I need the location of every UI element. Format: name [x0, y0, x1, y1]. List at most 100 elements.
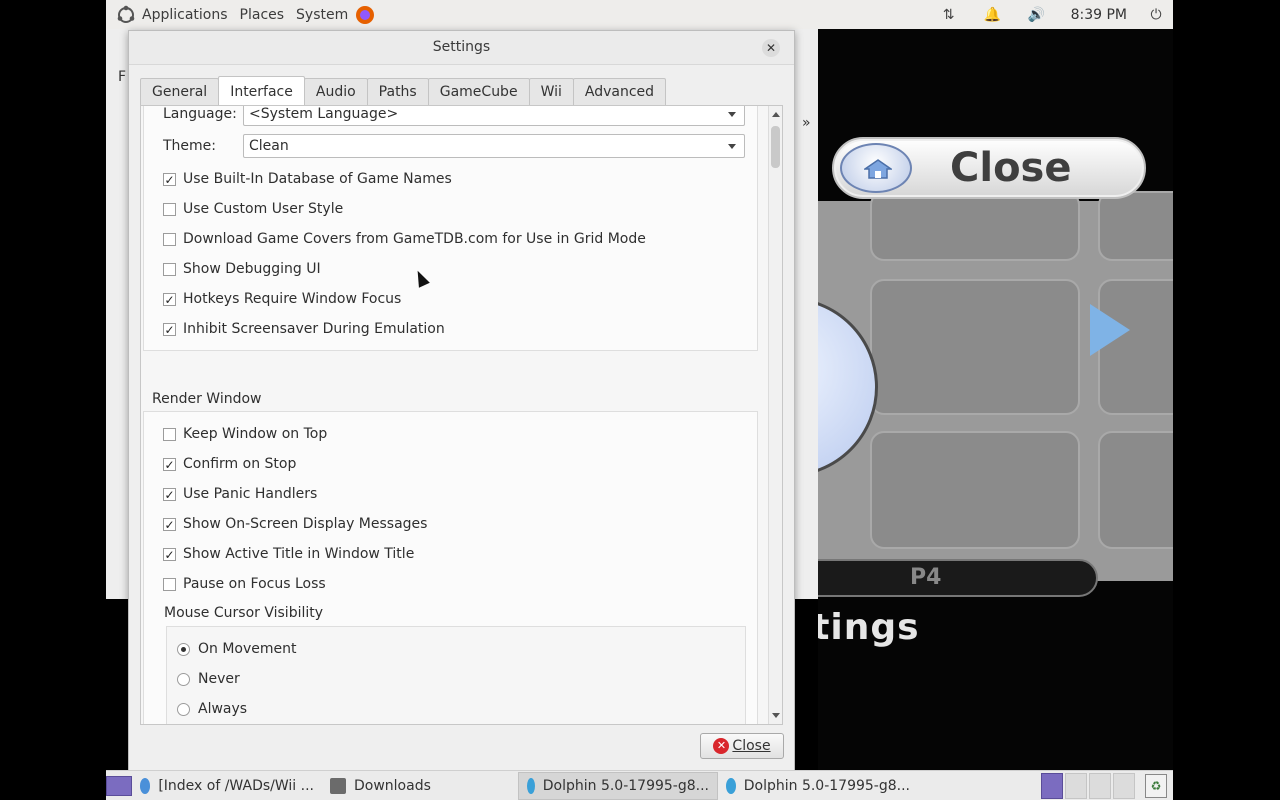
close-circle-icon: ✕	[713, 738, 730, 754]
player-4-label: P4	[910, 565, 942, 590]
ubuntu-logo-icon[interactable]	[116, 5, 136, 25]
scrollbar-thumb[interactable]	[771, 126, 780, 168]
scroll-up-icon[interactable]	[772, 112, 780, 117]
checkbox-row[interactable]: ✓ Inhibit Screensaver During Emulation	[163, 319, 445, 339]
vertical-scrollbar[interactable]	[768, 106, 782, 724]
checkbox-row[interactable]: Show Debugging UI	[163, 259, 321, 279]
checkbox-row[interactable]: ✓ Show On-Screen Display Messages	[163, 514, 427, 534]
checkbox-row[interactable]: ✓ Use Built-In Database of Game Names	[163, 169, 452, 189]
settings-tabs: General Interface Audio Paths GameCube W…	[140, 76, 667, 106]
language-combo[interactable]: <System Language>	[243, 106, 745, 126]
dolphin-icon	[726, 777, 736, 794]
checkbox-row[interactable]: ✓ Confirm on Stop	[163, 454, 296, 474]
checkbox-label: Use Built-In Database of Game Names	[183, 171, 452, 187]
dialog-titlebar[interactable]: Settings ✕	[129, 31, 794, 65]
taskbar-item[interactable]: [Index of /WADs/Wii ...	[132, 772, 322, 800]
places-menu[interactable]: Places	[234, 7, 291, 23]
checkbox-checked[interactable]: ✓	[163, 172, 176, 186]
checkbox-checked[interactable]: ✓	[163, 517, 176, 531]
firefox-icon[interactable]	[354, 4, 376, 26]
theme-combo[interactable]: Clean	[243, 134, 745, 158]
chrome-icon	[140, 777, 151, 794]
checkbox-label: Pause on Focus Loss	[183, 576, 326, 592]
applications-menu[interactable]: Applications	[136, 7, 234, 23]
trash-icon[interactable]: ♻	[1145, 773, 1167, 798]
clock[interactable]: 8:39 PM	[1059, 7, 1139, 23]
close-button-label: Close	[732, 738, 771, 754]
checkbox-unchecked[interactable]	[163, 232, 176, 246]
checkbox-unchecked[interactable]	[163, 262, 176, 276]
checkbox-unchecked[interactable]	[163, 577, 176, 591]
checkbox-unchecked[interactable]	[163, 427, 176, 441]
notification-icon[interactable]: 🔔	[971, 7, 1015, 23]
taskbar-item[interactable]: Dolphin 5.0-17995-g8...	[518, 771, 718, 800]
wii-channel-tile	[870, 191, 1080, 261]
wii-close-button[interactable]: Close	[832, 137, 1146, 199]
checkbox-row[interactable]: Use Custom User Style	[163, 199, 343, 219]
taskbar-item-label: [Index of /WADs/Wii ...	[158, 777, 314, 794]
tab-interface[interactable]: Interface	[218, 76, 305, 106]
checkbox-checked[interactable]: ✓	[163, 322, 176, 336]
system-menu[interactable]: System	[290, 7, 354, 23]
taskbar-item[interactable]: Dolphin 5.0-17995-g8...	[718, 772, 918, 800]
tab-advanced[interactable]: Advanced	[572, 78, 667, 106]
workspace-1[interactable]	[1041, 772, 1063, 799]
tab-general[interactable]: General	[140, 78, 220, 106]
show-desktop-button[interactable]	[106, 775, 132, 796]
checkbox-label: Confirm on Stop	[183, 456, 297, 472]
language-value: <System Language>	[249, 106, 399, 122]
checkbox-row[interactable]: Download Game Covers from GameTDB.com fo…	[163, 229, 646, 249]
tab-paths[interactable]: Paths	[366, 78, 429, 106]
checkbox-label: Show Debugging UI	[183, 261, 321, 277]
radio-option[interactable]: Always	[177, 699, 247, 719]
checkbox-label: Use Panic Handlers	[183, 486, 318, 502]
volume-icon[interactable]: 🔊	[1015, 7, 1059, 23]
checkbox-checked[interactable]: ✓	[163, 547, 176, 561]
checkbox-checked[interactable]: ✓	[163, 292, 176, 306]
bottom-taskbar: [Index of /WADs/Wii ... Downloads Dolphin …	[106, 770, 1173, 800]
close-button[interactable]: ✕ Close	[700, 733, 784, 759]
checkbox-row[interactable]: Pause on Focus Loss	[163, 574, 326, 594]
toolbar-overflow-chevron[interactable]: »	[802, 115, 811, 131]
theme-label: Theme:	[163, 138, 217, 154]
checkbox-checked[interactable]: ✓	[163, 457, 176, 471]
checkbox-row[interactable]: ✓ Use Panic Handlers	[163, 484, 317, 504]
wii-settings-caption: ttings	[818, 607, 920, 648]
checkbox-checked[interactable]: ✓	[163, 487, 176, 501]
render-window-title: Render Window	[152, 391, 262, 407]
folder-icon	[330, 777, 346, 794]
power-icon[interactable]: ⏻	[1139, 7, 1173, 23]
checkbox-label: Use Custom User Style	[183, 201, 344, 217]
checkbox-row[interactable]: ✓ Hotkeys Require Window Focus	[163, 289, 401, 309]
radio-unselected[interactable]	[177, 702, 190, 716]
close-icon[interactable]: ✕	[762, 39, 780, 57]
taskbar-item[interactable]: Downloads	[322, 772, 518, 800]
checkbox-label: Hotkeys Require Window Focus	[183, 291, 402, 307]
checkbox-label: Inhibit Screensaver During Emulation	[183, 321, 445, 337]
wii-next-page-arrow-icon[interactable]	[1090, 304, 1130, 356]
wii-close-label: Close	[950, 145, 1072, 191]
tab-wii[interactable]: Wii	[528, 78, 574, 106]
scroll-down-icon[interactable]	[772, 713, 780, 718]
wii-player-status-bar: P4	[818, 559, 1098, 597]
tab-gamecube[interactable]: GameCube	[427, 78, 530, 106]
interface-scroll-area[interactable]: Language: <System Language> Theme: Clean…	[141, 106, 769, 724]
radio-option[interactable]: Never	[177, 669, 240, 689]
radio-option[interactable]: On Movement	[177, 639, 297, 659]
interface-panel: Language: <System Language> Theme: Clean…	[140, 105, 783, 725]
radio-label: Always	[198, 701, 248, 717]
radio-unselected[interactable]	[177, 672, 190, 686]
workspace-2[interactable]	[1065, 772, 1087, 799]
theme-value: Clean	[249, 138, 289, 154]
wii-render-window: Close P4 ttings	[818, 29, 1173, 771]
checkbox-unchecked[interactable]	[163, 202, 176, 216]
workspace-4[interactable]	[1113, 772, 1135, 799]
taskbar-item-label: Dolphin 5.0-17995-g8...	[743, 777, 910, 794]
checkbox-row[interactable]: ✓ Show Active Title in Window Title	[163, 544, 414, 564]
dolphin-menu-file[interactable]: F	[118, 69, 126, 85]
radio-selected[interactable]	[177, 642, 190, 656]
network-icon[interactable]: ⇅	[927, 7, 971, 23]
workspace-3[interactable]	[1089, 772, 1111, 799]
tab-audio[interactable]: Audio	[303, 78, 368, 106]
checkbox-row[interactable]: Keep Window on Top	[163, 424, 327, 444]
